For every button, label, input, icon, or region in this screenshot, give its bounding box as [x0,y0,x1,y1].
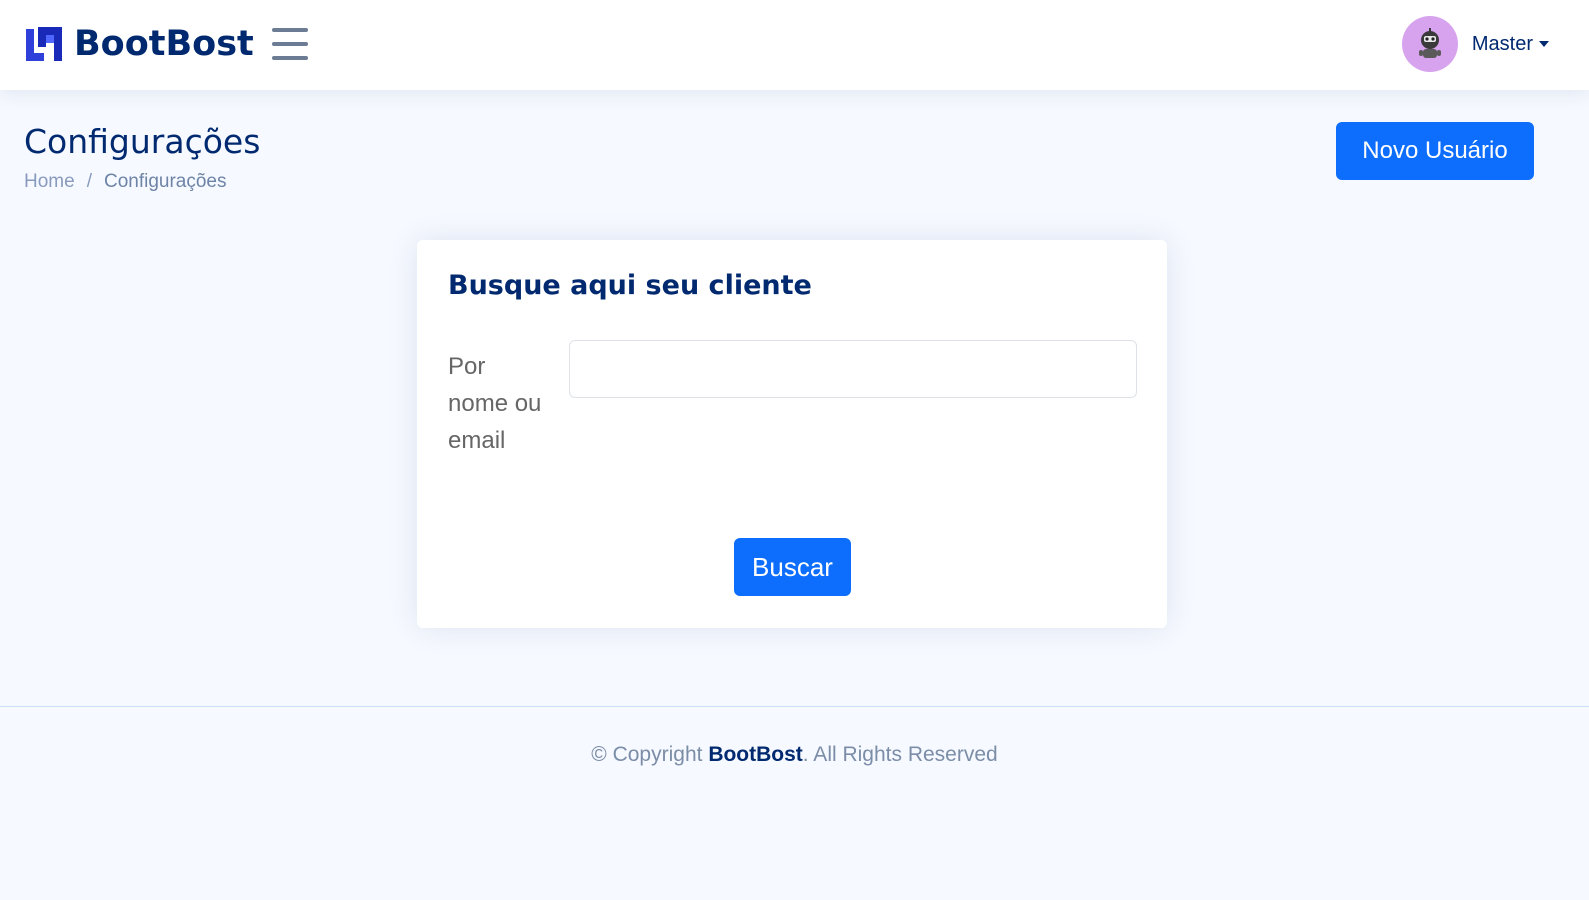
new-user-button[interactable]: Novo Usuário [1336,122,1534,180]
menu-line [272,56,308,60]
footer: © Copyright BootBost. All Rights Reserve… [0,706,1589,900]
card-title: Busque aqui seu cliente [448,270,812,301]
robot-avatar-icon [1401,16,1458,72]
breadcrumb: Home / Configurações [24,171,260,193]
copyright-prefix: © Copyright [591,743,703,766]
footer-brand: BootBost [708,743,803,766]
brand-name: BootBost [74,24,254,64]
bootbost-logo-icon [26,27,62,61]
breadcrumb-home-link[interactable]: Home [24,171,75,193]
hamburger-menu-icon[interactable] [272,28,308,60]
brand-logo[interactable]: BootBost [24,22,254,66]
caret-down-icon [1539,41,1549,47]
menu-line [272,28,308,32]
page-title: Configurações [24,122,261,161]
copyright-text: © Copyright BootBost. All Rights Reserve… [0,743,1589,767]
profile-dropdown[interactable]: Master [1401,15,1549,73]
breadcrumb-separator: / [86,171,92,192]
copyright-suffix: . All Rights Reserved [802,743,998,766]
top-header: BootBost Master [0,0,1589,90]
search-input[interactable] [569,340,1137,398]
search-field-label: Por nome ou email [448,353,542,454]
search-card: Busque aqui seu cliente Por nome ou emai… [417,240,1167,628]
search-button[interactable]: Buscar [734,538,851,596]
profile-name: Master [1471,32,1533,55]
menu-line [272,42,308,46]
page-title-section: Configurações Home / Configurações [24,122,260,193]
breadcrumb-current: Configurações [103,171,227,192]
